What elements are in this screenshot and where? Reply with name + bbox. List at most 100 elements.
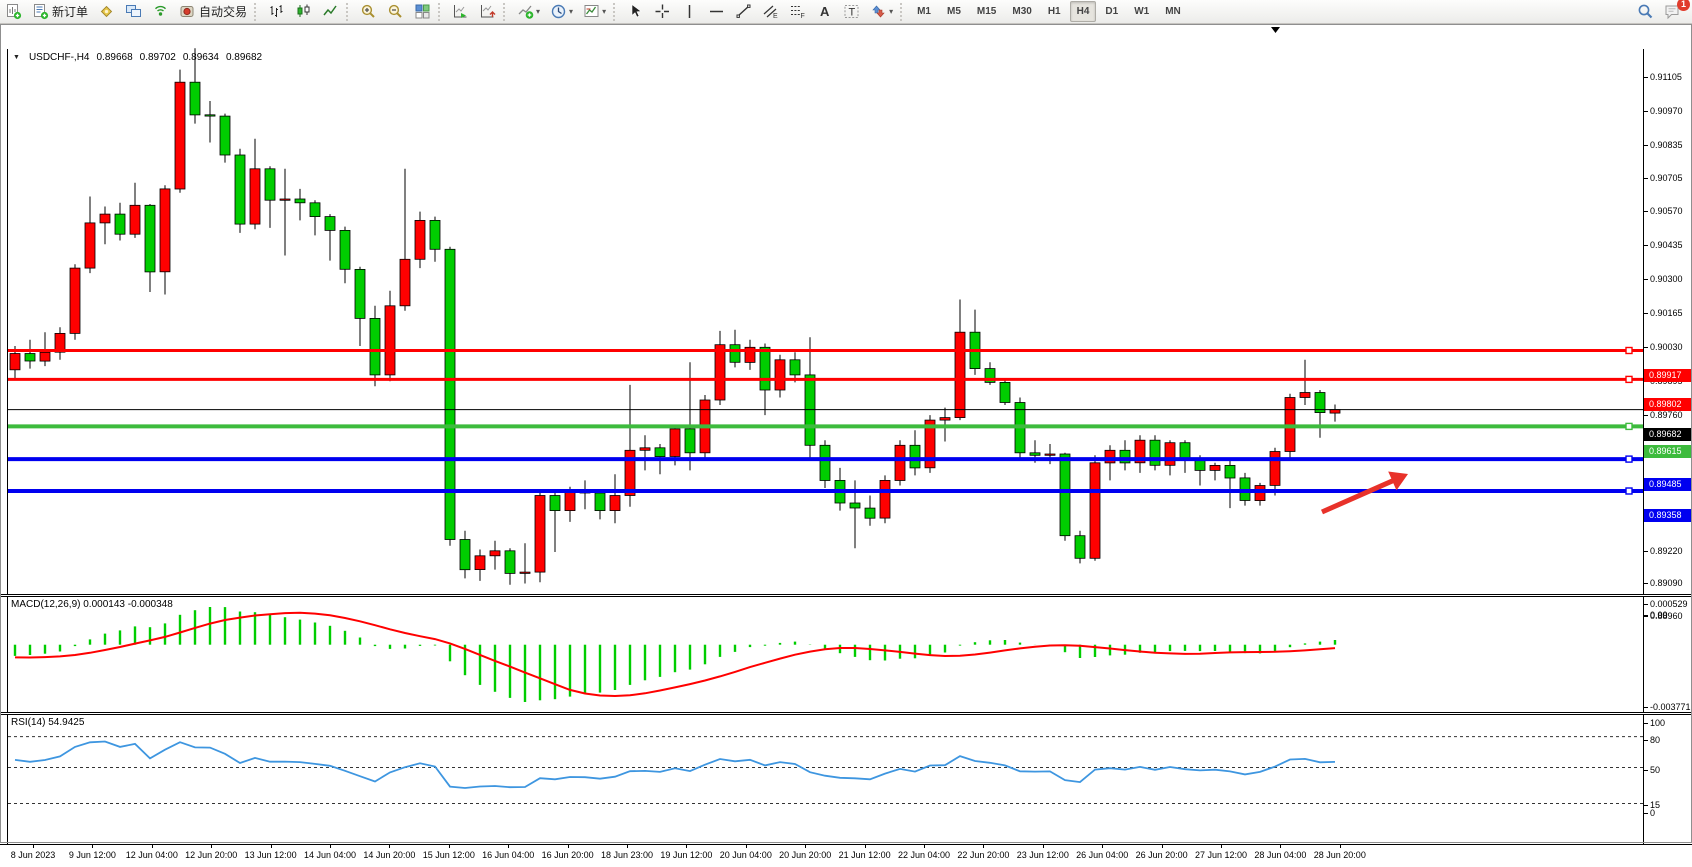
zoom-out-button[interactable] bbox=[383, 1, 408, 22]
panel-separator[interactable] bbox=[0, 712, 1692, 715]
indicators-list-button[interactable]: ▾ bbox=[513, 1, 544, 22]
crosshair-button[interactable] bbox=[650, 1, 675, 22]
indicators-list-dropdown-icon[interactable]: ▾ bbox=[536, 7, 540, 16]
templates-dropdown-icon[interactable]: ▾ bbox=[602, 7, 606, 16]
time-tick bbox=[1221, 845, 1222, 848]
line-handle[interactable] bbox=[1626, 456, 1632, 462]
horizontal-line-button[interactable] bbox=[704, 1, 729, 22]
timeframe-w1-button[interactable]: W1 bbox=[1127, 1, 1156, 22]
metaeditor-button[interactable] bbox=[94, 1, 119, 22]
candle-bearish bbox=[370, 318, 380, 375]
panel-separator[interactable] bbox=[0, 594, 1692, 597]
price-scale[interactable]: 0.911050.909700.908350.907050.905700.904… bbox=[1643, 49, 1692, 844]
axis-tick bbox=[1644, 245, 1648, 246]
line-handle[interactable] bbox=[1626, 488, 1632, 494]
zoom-in-button[interactable] bbox=[356, 1, 381, 22]
autotrading-button[interactable]: 自动交易 bbox=[175, 1, 251, 22]
quote-open: 0.89668 bbox=[97, 52, 133, 63]
time-tick bbox=[568, 845, 569, 848]
candle-bearish bbox=[655, 448, 665, 457]
time-tick-label: 16 Jun 20:00 bbox=[542, 850, 594, 860]
time-tick bbox=[805, 845, 806, 848]
timeframe-h4-button[interactable]: H4 bbox=[1070, 1, 1097, 22]
periods-icon bbox=[550, 3, 567, 20]
svg-text:T: T bbox=[849, 7, 856, 19]
line-handle[interactable] bbox=[1626, 423, 1632, 429]
toolbar-separator bbox=[900, 3, 907, 21]
periods-button[interactable]: ▾ bbox=[546, 1, 577, 22]
chart-shift-icon bbox=[479, 3, 496, 20]
price-tick-label: 0.89760 bbox=[1650, 410, 1683, 420]
macd-label: MACD(12,26,9) 0.000143 -0.000348 bbox=[11, 599, 173, 610]
rsi-panel[interactable] bbox=[8, 715, 1643, 820]
axis-tick bbox=[1644, 604, 1648, 605]
notifications-button[interactable]: 1 bbox=[1660, 1, 1685, 22]
fibonacci-retracement-button[interactable]: F bbox=[785, 1, 810, 22]
timeframe-d1-button[interactable]: D1 bbox=[1098, 1, 1125, 22]
timeframe-m5-label: M5 bbox=[944, 6, 964, 17]
equidistant-channel-icon: E bbox=[762, 3, 779, 20]
rsi-line bbox=[15, 742, 1335, 789]
search-button[interactable] bbox=[1633, 1, 1658, 22]
time-axis[interactable]: 8 Jun 20239 Jun 12:0012 Jun 04:0012 Jun … bbox=[0, 844, 1692, 867]
candlestick-chart-button[interactable] bbox=[291, 1, 316, 22]
arrows-dropdown-icon[interactable]: ▾ bbox=[889, 7, 893, 16]
arrow-annotation[interactable] bbox=[1322, 480, 1395, 512]
time-tick-label: 21 Jun 12:00 bbox=[839, 850, 891, 860]
candle-bearish bbox=[115, 214, 125, 234]
toolbar-separator bbox=[346, 3, 353, 21]
price-tick-label: 0.000529 bbox=[1650, 599, 1688, 609]
auto-scroll-button[interactable] bbox=[448, 1, 473, 22]
timeframe-mn-button[interactable]: MN bbox=[1158, 1, 1188, 22]
toolbar-separator bbox=[438, 3, 445, 21]
new-chart-button[interactable] bbox=[1, 1, 26, 22]
macd-panel[interactable] bbox=[8, 597, 1643, 712]
price-tick-label: 0.91105 bbox=[1650, 72, 1682, 82]
main-chart-panel[interactable] bbox=[8, 25, 1643, 594]
terminal-button[interactable] bbox=[121, 1, 146, 22]
candle-bullish bbox=[250, 169, 260, 224]
tile-windows-button[interactable] bbox=[410, 1, 435, 22]
trendline-button[interactable] bbox=[731, 1, 756, 22]
axis-tick bbox=[1644, 740, 1648, 741]
one-click-trading-collapse-icon[interactable]: ▼ bbox=[13, 54, 20, 61]
signals-icon bbox=[152, 3, 169, 20]
line-chart-button[interactable] bbox=[318, 1, 343, 22]
svg-text:A: A bbox=[820, 4, 830, 19]
axis-tick bbox=[1644, 313, 1648, 314]
timeframe-m1-button[interactable]: M1 bbox=[910, 1, 938, 22]
vertical-line-button[interactable] bbox=[677, 1, 702, 22]
auto-scroll-icon bbox=[452, 3, 469, 20]
axis-tick bbox=[1644, 347, 1648, 348]
timeframe-m15-button[interactable]: M15 bbox=[970, 1, 1003, 22]
axis-tick bbox=[1644, 805, 1648, 806]
line-handle[interactable] bbox=[1626, 348, 1632, 354]
chart-shift-button[interactable] bbox=[475, 1, 500, 22]
timeframe-m5-button[interactable]: M5 bbox=[940, 1, 968, 22]
candle-bearish bbox=[145, 205, 155, 272]
bar-chart-button[interactable] bbox=[264, 1, 289, 22]
timeframe-h1-button[interactable]: H1 bbox=[1041, 1, 1068, 22]
candle-bearish bbox=[325, 217, 335, 231]
signals-button[interactable] bbox=[148, 1, 173, 22]
equidistant-channel-button[interactable]: E bbox=[758, 1, 783, 22]
candle-bullish bbox=[85, 223, 95, 268]
periods-dropdown-icon[interactable]: ▾ bbox=[569, 7, 573, 16]
candle-bearish bbox=[460, 540, 470, 570]
arrows-button[interactable]: ▾ bbox=[866, 1, 897, 22]
timeframe-m30-button[interactable]: M30 bbox=[1005, 1, 1038, 22]
templates-button[interactable]: ▾ bbox=[579, 1, 610, 22]
candle-bullish bbox=[610, 496, 620, 511]
time-tick-label: 26 Jun 04:00 bbox=[1076, 850, 1128, 860]
new-order-button[interactable]: 新订单 bbox=[28, 1, 92, 22]
candle-bullish bbox=[400, 259, 410, 306]
time-tick bbox=[983, 845, 984, 848]
chart-shift-marker-icon[interactable] bbox=[1271, 27, 1280, 33]
line-handle[interactable] bbox=[1626, 376, 1632, 382]
candle-bearish bbox=[1195, 460, 1205, 470]
text-button[interactable]: A bbox=[812, 1, 837, 22]
time-tick-label: 13 Jun 12:00 bbox=[245, 850, 297, 860]
text-label-button[interactable]: T bbox=[839, 1, 864, 22]
candle-bullish bbox=[940, 418, 950, 421]
cursor-button[interactable] bbox=[623, 1, 648, 22]
